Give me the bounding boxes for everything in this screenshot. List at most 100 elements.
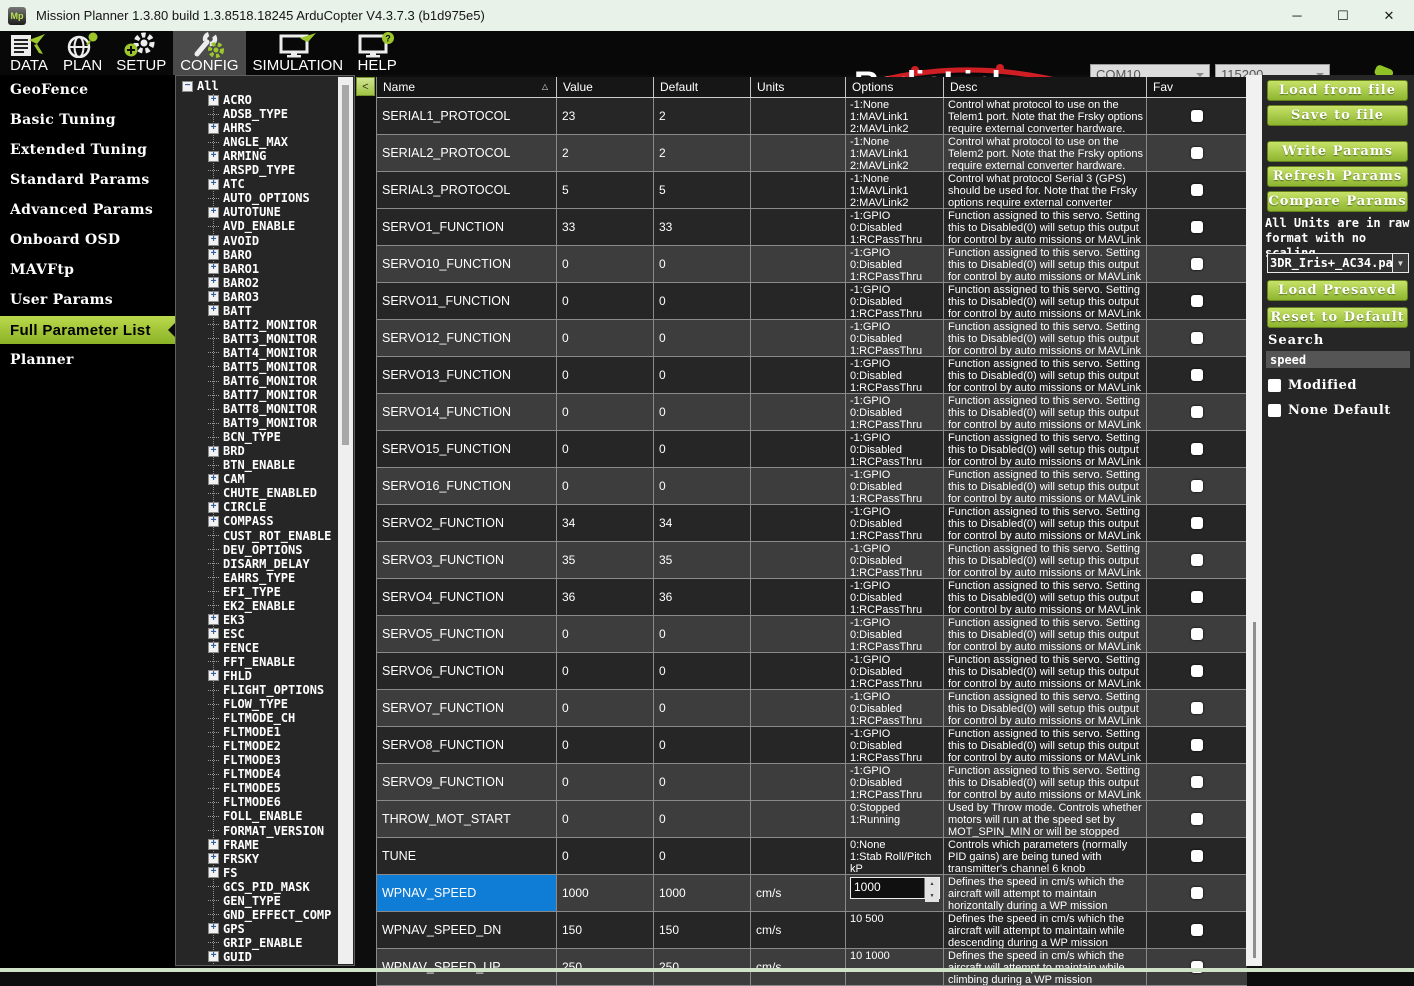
tree-item-BCN_TYPE[interactable]: BCN_TYPE (208, 430, 331, 444)
column-header-fav[interactable]: Fav (1147, 77, 1247, 97)
sidebar-item-user-params[interactable]: User Params (0, 285, 175, 315)
expand-box-icon[interactable]: + (208, 839, 219, 850)
cell-name[interactable]: SERVO7_FUNCTION (377, 690, 557, 726)
tree-item-BATT2_MONITOR[interactable]: BATT2_MONITOR (208, 318, 331, 332)
cell-value[interactable]: 0 (557, 690, 654, 726)
tree-item-COMPASS[interactable]: +COMPASS (208, 514, 331, 528)
param-row-SERVO8_FUNCTION[interactable]: SERVO8_FUNCTION00-1:GPIO 0:Disabled 1:RC… (377, 727, 1247, 764)
cell-name[interactable]: SERVO10_FUNCTION (377, 246, 557, 282)
tree-item-BATT8_MONITOR[interactable]: BATT8_MONITOR (208, 402, 331, 416)
tree-item-ARMING[interactable]: +ARMING (208, 149, 331, 163)
tree-scrollbar-thumb[interactable] (342, 85, 349, 445)
fav-checkbox[interactable] (1191, 739, 1203, 751)
cell-name[interactable]: SERVO5_FUNCTION (377, 616, 557, 652)
table-scrollbar-thumb[interactable] (1253, 622, 1256, 958)
cell-name[interactable]: SERVO8_FUNCTION (377, 727, 557, 763)
tree-item-ATC[interactable]: +ATC (208, 177, 331, 191)
tree-item-BARO1[interactable]: +BARO1 (208, 262, 331, 276)
search-input[interactable] (1266, 351, 1410, 368)
expand-box-icon[interactable]: + (208, 474, 219, 485)
tree-item-EAHRS_TYPE[interactable]: EAHRS_TYPE (208, 571, 331, 585)
save-to-file-button[interactable]: Save to file (1267, 105, 1408, 126)
cell-name[interactable]: SERVO1_FUNCTION (377, 209, 557, 245)
param-row-SERVO13_FUNCTION[interactable]: SERVO13_FUNCTION00-1:GPIO 0:Disabled 1:R… (377, 357, 1247, 394)
param-row-WPNAV_SPEED_DN[interactable]: WPNAV_SPEED_DN150150cm/s10 500Defines th… (377, 912, 1247, 949)
fav-checkbox[interactable] (1191, 517, 1203, 529)
tree-item-FLTMODE1[interactable]: FLTMODE1 (208, 725, 331, 739)
tree-item-FFT_ENABLE[interactable]: FFT_ENABLE (208, 655, 331, 669)
tree-item-CUST_ROT_ENABLE[interactable]: CUST_ROT_ENABLE (208, 529, 331, 543)
tree-item-GRIP_ENABLE[interactable]: GRIP_ENABLE (208, 936, 331, 950)
column-header-options[interactable]: Options (846, 77, 944, 97)
sidebar-item-standard-params[interactable]: Standard Params (0, 165, 175, 195)
cell-value[interactable]: 34 (557, 505, 654, 541)
tree-item-FLTMODE_CH[interactable]: FLTMODE_CH (208, 711, 331, 725)
spinner-up-icon[interactable]: ▲ (925, 878, 939, 890)
toolbar-item-plan[interactable]: PLAN (56, 31, 109, 75)
param-row-SERVO3_FUNCTION[interactable]: SERVO3_FUNCTION3535-1:GPIO 0:Disabled 1:… (377, 542, 1247, 579)
expand-box-icon[interactable]: + (208, 516, 219, 527)
tree-item-BATT6_MONITOR[interactable]: BATT6_MONITOR (208, 374, 331, 388)
cell-value[interactable]: 23 (557, 98, 654, 134)
fav-checkbox[interactable] (1191, 369, 1203, 381)
cell-name[interactable]: THROW_MOT_START (377, 801, 557, 837)
param-row-SERVO6_FUNCTION[interactable]: SERVO6_FUNCTION00-1:GPIO 0:Disabled 1:RC… (377, 653, 1247, 690)
cell-name[interactable]: TUNE (377, 838, 557, 874)
cell-name[interactable]: SERVO13_FUNCTION (377, 357, 557, 393)
toolbar-item-simulation[interactable]: SIMULATION (246, 31, 351, 75)
param-row-SERVO10_FUNCTION[interactable]: SERVO10_FUNCTION00-1:GPIO 0:Disabled 1:R… (377, 246, 1247, 283)
write-params-button[interactable]: Write Params (1267, 141, 1408, 162)
column-header-desc[interactable]: Desc (944, 77, 1147, 97)
toolbar-item-help[interactable]: ?HELP (350, 31, 404, 75)
cell-value[interactable]: 0 (557, 357, 654, 393)
expand-box-icon[interactable]: + (208, 642, 219, 653)
cell-name[interactable]: SERVO11_FUNCTION (377, 283, 557, 319)
fav-checkbox[interactable] (1191, 110, 1203, 122)
toolbar-item-config[interactable]: CONFIG (173, 31, 245, 75)
tree-item-ANGLE_MAX[interactable]: ANGLE_MAX (208, 135, 331, 149)
cell-name[interactable]: SERVO6_FUNCTION (377, 653, 557, 689)
expand-box-icon[interactable]: + (208, 502, 219, 513)
cell-value[interactable]: 33 (557, 209, 654, 245)
tree-item-GEN_TYPE[interactable]: GEN_TYPE (208, 894, 331, 908)
tree-item-INITIAL_MODE[interactable]: INITIAL_MODE (208, 964, 331, 966)
tree-item-BARO3[interactable]: +BARO3 (208, 290, 331, 304)
param-row-SERVO11_FUNCTION[interactable]: SERVO11_FUNCTION00-1:GPIO 0:Disabled 1:R… (377, 283, 1247, 320)
expand-box-icon[interactable]: + (208, 923, 219, 934)
cell-name[interactable]: SERIAL3_PROTOCOL (377, 172, 557, 208)
tree-item-BRD[interactable]: +BRD (208, 444, 331, 458)
sidebar-item-geofence[interactable]: GeoFence (0, 75, 175, 105)
tree-item-FLTMODE3[interactable]: FLTMODE3 (208, 753, 331, 767)
param-row-SERVO9_FUNCTION[interactable]: SERVO9_FUNCTION00-1:GPIO 0:Disabled 1:RC… (377, 764, 1247, 801)
tree-item-ESC[interactable]: +ESC (208, 627, 331, 641)
tree-item-EFI_TYPE[interactable]: EFI_TYPE (208, 585, 331, 599)
param-row-SERVO7_FUNCTION[interactable]: SERVO7_FUNCTION00-1:GPIO 0:Disabled 1:RC… (377, 690, 1247, 727)
column-header-units[interactable]: Units (751, 77, 846, 97)
cell-value[interactable]: 0 (557, 801, 654, 837)
cell-name[interactable]: SERVO14_FUNCTION (377, 394, 557, 430)
fav-checkbox[interactable] (1191, 628, 1203, 640)
param-row-SERVO16_FUNCTION[interactable]: SERVO16_FUNCTION00-1:GPIO 0:Disabled 1:R… (377, 468, 1247, 505)
tree-item-FLTMODE5[interactable]: FLTMODE5 (208, 781, 331, 795)
cell-name[interactable]: SERIAL1_PROTOCOL (377, 98, 557, 134)
fav-checkbox[interactable] (1191, 887, 1203, 899)
param-row-SERVO14_FUNCTION[interactable]: SERVO14_FUNCTION00-1:GPIO 0:Disabled 1:R… (377, 394, 1247, 431)
fav-checkbox[interactable] (1191, 406, 1203, 418)
tree-item-FRSKY[interactable]: +FRSKY (208, 852, 331, 866)
expand-box-icon[interactable]: + (208, 628, 219, 639)
fav-checkbox[interactable] (1191, 813, 1203, 825)
cell-value[interactable]: 36 (557, 579, 654, 615)
param-row-SERVO2_FUNCTION[interactable]: SERVO2_FUNCTION3434-1:GPIO 0:Disabled 1:… (377, 505, 1247, 542)
expand-box-icon[interactable]: + (208, 305, 219, 316)
fav-checkbox[interactable] (1191, 221, 1203, 233)
tree-item-FORMAT_VERSION[interactable]: FORMAT_VERSION (208, 823, 331, 837)
cell-name[interactable]: WPNAV_SPEED (377, 875, 557, 911)
fav-checkbox[interactable] (1191, 147, 1203, 159)
fav-checkbox[interactable] (1191, 776, 1203, 788)
expand-box-icon[interactable]: + (208, 151, 219, 162)
fav-checkbox[interactable] (1191, 850, 1203, 862)
param-row-SERIAL2_PROTOCOL[interactable]: SERIAL2_PROTOCOL22-1:None 1:MAVLink1 2:M… (377, 135, 1247, 172)
sidebar-item-basic-tuning[interactable]: Basic Tuning (0, 105, 175, 135)
expand-box-icon[interactable]: + (208, 614, 219, 625)
spinner-down-icon[interactable]: ▼ (925, 890, 939, 902)
